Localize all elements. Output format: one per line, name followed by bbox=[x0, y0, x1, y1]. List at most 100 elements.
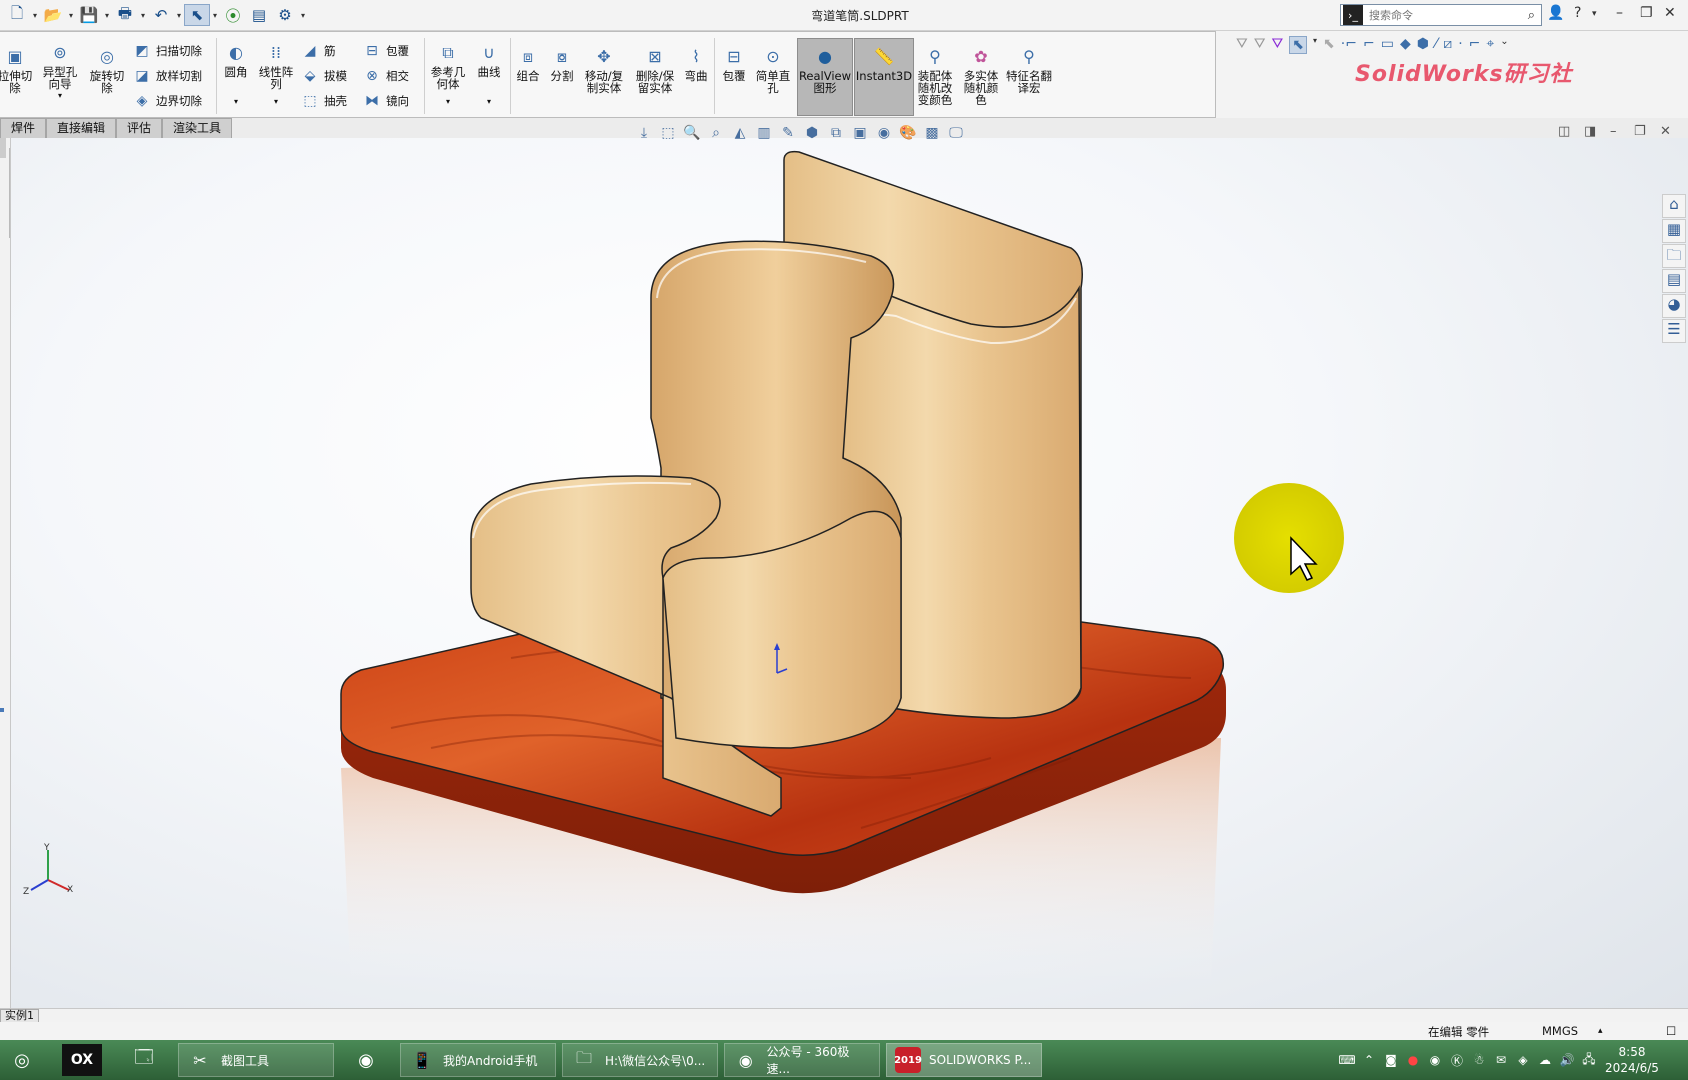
rib-button[interactable]: ◢ 筋 bbox=[300, 41, 336, 61]
combine-button[interactable]: ⧈ 组合 bbox=[512, 46, 544, 83]
new-document-icon[interactable]: 🗋 bbox=[4, 4, 30, 26]
help-icon[interactable]: ? bbox=[1574, 5, 1581, 21]
intersect-button[interactable]: ⊗ 相交 bbox=[362, 66, 409, 86]
design-library-icon[interactable]: ▦ bbox=[1662, 219, 1686, 243]
section-view-icon[interactable]: ◭ bbox=[728, 125, 752, 141]
panel-handle[interactable] bbox=[0, 148, 10, 238]
delete-keep-body-button[interactable]: ⊠ 删除/保留实体 bbox=[632, 46, 678, 95]
file-properties-icon[interactable]: ▤ bbox=[246, 4, 272, 26]
flex-button[interactable]: ⌇ 弯曲 bbox=[680, 46, 712, 83]
network-icon[interactable]: 🖧 bbox=[1578, 1050, 1600, 1071]
rebuild-traffic-light-icon[interactable]: ⦿ bbox=[220, 4, 246, 26]
wechat-icon[interactable]: ✉ bbox=[1490, 1053, 1512, 1067]
filter-active-icon[interactable]: ⛛ bbox=[1272, 36, 1284, 54]
save-dropdown-icon[interactable]: ▾ bbox=[102, 11, 112, 20]
filter-dropdown-icon[interactable]: ▾ bbox=[1313, 36, 1317, 54]
filter-face-icon[interactable]: ▭ bbox=[1381, 36, 1394, 54]
taskbar-snipping-tool[interactable]: ✂ 截图工具 bbox=[178, 1043, 334, 1077]
start-menu-icon[interactable]: ◎ bbox=[2, 1044, 42, 1076]
keyboard-icon[interactable]: ⌨ bbox=[1336, 1053, 1358, 1067]
feature-manager-collapsed[interactable] bbox=[0, 138, 11, 1008]
print-icon[interactable]: 🖶 bbox=[112, 4, 138, 26]
filter-point-icon[interactable]: ⋅ bbox=[1458, 36, 1462, 54]
zoom-to-fit-icon[interactable]: ⤓ bbox=[632, 125, 656, 141]
system-clock[interactable]: 8:58 2024/6/5 bbox=[1602, 1044, 1662, 1076]
previous-view-icon[interactable]: ⌕ bbox=[704, 125, 728, 141]
instance-tab[interactable]: 实例1 bbox=[0, 1009, 39, 1023]
help-dropdown-icon[interactable]: ▾ bbox=[1592, 9, 1597, 19]
unit-dropdown-icon[interactable]: ▴ bbox=[1598, 1026, 1603, 1036]
filter-more-icon[interactable]: ⌄ bbox=[1500, 36, 1508, 54]
home-icon[interactable]: ⌂ bbox=[1662, 194, 1686, 218]
swept-cut-button[interactable]: ◩ 扫描切除 bbox=[132, 41, 202, 61]
monitor-icon[interactable]: 🖵 bbox=[944, 125, 968, 141]
viewport-tile-icon[interactable]: ◨ bbox=[1584, 124, 1596, 139]
viewport-close-icon[interactable]: ✕ bbox=[1660, 124, 1671, 139]
feature-name-translate-button[interactable]: ⚲ 特征名翻译宏 bbox=[1006, 46, 1052, 95]
taskbar-solidworks[interactable]: 2019 SOLIDWORKS P... bbox=[886, 1043, 1042, 1077]
unit-system[interactable]: MMGS bbox=[1542, 1024, 1578, 1038]
close-icon[interactable]: ✕ bbox=[1664, 5, 1676, 21]
tab-render-tools[interactable]: 渲染工具 bbox=[162, 118, 233, 138]
filter-edge-icon[interactable]: ⌐ bbox=[1363, 36, 1375, 54]
wrap-button[interactable]: ⊟ 包覆 bbox=[362, 41, 409, 61]
options-gear-icon[interactable]: ⚙ bbox=[272, 4, 298, 26]
tray-app-1-icon[interactable]: ◙ bbox=[1380, 1053, 1402, 1067]
new-dropdown-icon[interactable]: ▾ bbox=[30, 11, 40, 20]
extruded-cut-button[interactable]: ▣ 拉伸切除 bbox=[0, 46, 36, 95]
appearances-icon[interactable]: ◕ bbox=[1662, 294, 1686, 318]
options-dropdown-icon[interactable]: ▾ bbox=[298, 11, 308, 20]
assembly-random-color-button[interactable]: ⚲ 装配体随机改变颜色 bbox=[914, 46, 956, 107]
curves-button[interactable]: ∪ 曲线 ▾ bbox=[472, 42, 506, 108]
filter-body-icon[interactable]: ⬢ bbox=[1417, 36, 1429, 54]
draft-button[interactable]: ⬙ 拔模 bbox=[300, 66, 347, 86]
view-palette-icon[interactable]: ▤ bbox=[1662, 269, 1686, 293]
file-explorer-icon[interactable]: 🗀 bbox=[1662, 244, 1686, 268]
user-account-icon[interactable]: 👤 bbox=[1547, 5, 1564, 21]
undo-dropdown-icon[interactable]: ▾ bbox=[174, 11, 184, 20]
search-input[interactable] bbox=[1369, 8, 1509, 22]
taskbar-android-phone[interactable]: 📱 我的Android手机 bbox=[400, 1043, 556, 1077]
revolved-cut-button[interactable]: ◎ 旋转切除 bbox=[86, 46, 128, 95]
display-style-icon[interactable]: ⬢ bbox=[800, 125, 824, 141]
volume-icon[interactable]: 🔊 bbox=[1556, 1053, 1578, 1067]
zoom-to-area-icon[interactable]: ⬚ bbox=[656, 125, 680, 141]
restore-icon[interactable]: ❐ bbox=[1640, 5, 1653, 21]
view-orientation-icon[interactable]: ✎ bbox=[776, 125, 800, 141]
edit-appearance-icon[interactable]: ◉ bbox=[872, 125, 896, 141]
filter-sketch-icon[interactable]: ⌐ bbox=[1469, 36, 1481, 54]
filter-funnel-icon[interactable]: ⛛ bbox=[1236, 36, 1248, 54]
taskbar-360-browser[interactable]: ◉ 公众号 - 360极速... bbox=[724, 1043, 880, 1077]
tab-direct-editing[interactable]: 直接编辑 bbox=[46, 118, 117, 138]
linear-pattern-button[interactable]: ⁞⁞ 线性阵列 ▾ bbox=[256, 42, 296, 108]
open-folder-icon[interactable]: 📂 bbox=[40, 4, 66, 26]
command-search[interactable]: ›_ ⌕ bbox=[1340, 4, 1542, 26]
tab-weldments[interactable]: 焊件 bbox=[0, 118, 47, 138]
move-copy-body-button[interactable]: ✥ 移动/复制实体 bbox=[580, 46, 628, 95]
apply-scene-icon[interactable]: 🎨 bbox=[896, 125, 920, 141]
zoom-icon[interactable]: 🔍 bbox=[680, 125, 704, 141]
wrap-feature-button[interactable]: ⊟ 包覆 bbox=[718, 46, 750, 83]
filter-dimension-icon[interactable]: ⌖ bbox=[1486, 36, 1494, 54]
tray-app-5-icon[interactable]: ◈ bbox=[1512, 1053, 1534, 1067]
custom-properties-icon[interactable]: ☰ bbox=[1662, 319, 1686, 343]
tab-evaluate[interactable]: 评估 bbox=[116, 118, 163, 138]
hole-wizard-button[interactable]: ⊚ 异型孔向导 ▾ bbox=[40, 42, 80, 102]
filter-toolbar-icon[interactable]: ⛛ bbox=[1254, 36, 1266, 54]
mirror-button[interactable]: ⧓ 镜向 bbox=[362, 91, 409, 111]
print-dropdown-icon[interactable]: ▾ bbox=[138, 11, 148, 20]
dynamic-annotation-icon[interactable]: ▥ bbox=[752, 125, 776, 141]
open-dropdown-icon[interactable]: ▾ bbox=[66, 11, 76, 20]
simple-hole-button[interactable]: ⊙ 简单直孔 bbox=[752, 46, 794, 95]
lofted-cut-button[interactable]: ◪ 放样切割 bbox=[132, 66, 202, 86]
viewport-minimize-icon[interactable]: – bbox=[1610, 124, 1617, 139]
taskbar-folder[interactable]: 🗀 H:\微信公众号\0... bbox=[562, 1043, 718, 1077]
reference-geometry-button[interactable]: ⧉ 参考几何体 ▾ bbox=[428, 42, 468, 108]
select-cursor-icon[interactable]: ⬉ bbox=[184, 4, 210, 26]
view-settings-icon[interactable]: ▩ bbox=[920, 125, 944, 141]
filter-vertex-icon[interactable]: ⋅⌐ bbox=[1341, 36, 1357, 54]
tray-app-3-icon[interactable]: Ⓚ bbox=[1446, 1052, 1468, 1069]
select-dropdown-icon[interactable]: ▾ bbox=[210, 11, 220, 20]
viewport-restore-icon[interactable]: ❐ bbox=[1634, 124, 1646, 139]
filter-axis-icon[interactable]: ⁄ bbox=[1435, 36, 1437, 54]
